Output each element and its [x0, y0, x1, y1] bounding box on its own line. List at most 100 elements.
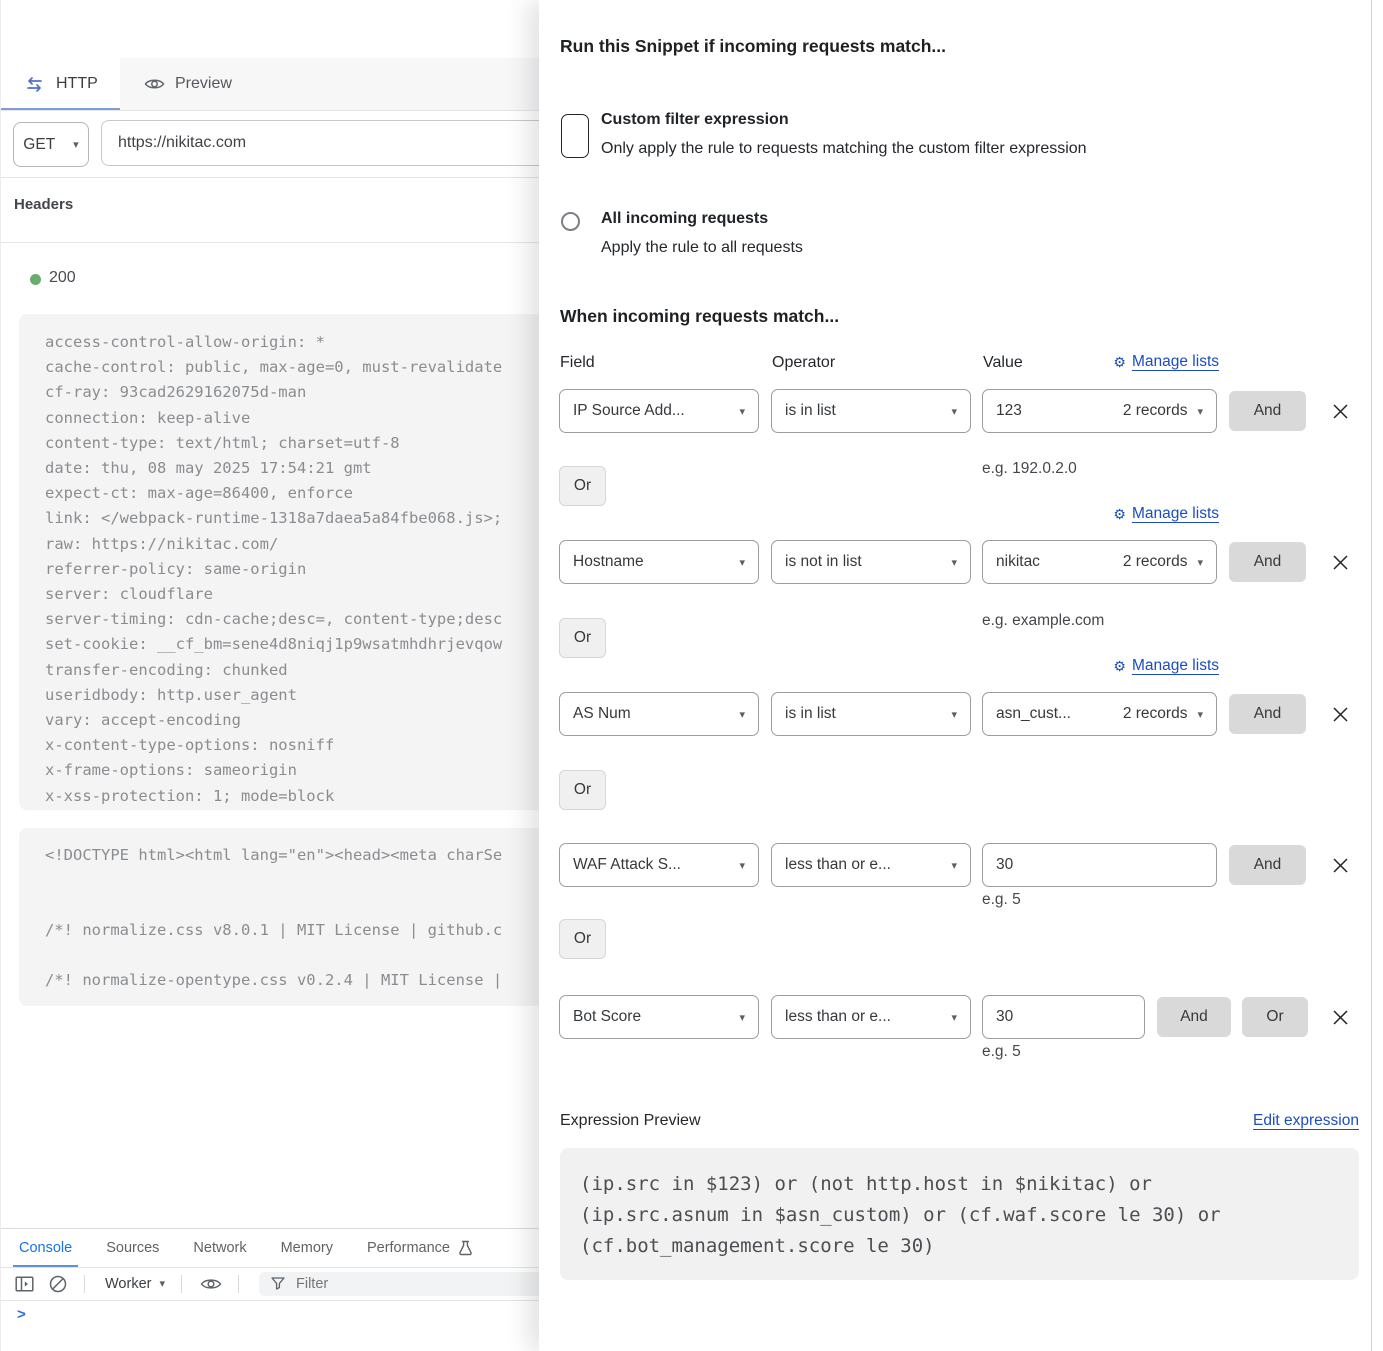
- gear-icon: ⚙: [1113, 355, 1126, 369]
- chevron-down-icon: ▾: [951, 708, 957, 721]
- header-line: vary: accept-encoding: [45, 708, 540, 733]
- field-select[interactable]: AS Num ▾: [559, 692, 759, 736]
- or-button[interactable]: Or: [559, 618, 606, 658]
- value-input[interactable]: [982, 995, 1145, 1039]
- devtools-tab-performance[interactable]: Performance: [361, 1229, 479, 1267]
- chevron-down-icon: ▾: [739, 859, 745, 872]
- and-button[interactable]: And: [1157, 997, 1231, 1037]
- url-input[interactable]: [101, 120, 540, 166]
- manage-lists-label: Manage lists: [1132, 353, 1219, 371]
- list-record-count: 2 records: [1123, 553, 1188, 571]
- filter-row: Bot Score ▾ less than or e... ▾ And Or: [559, 995, 1371, 1039]
- value-hint: e.g. 5: [982, 1043, 1021, 1061]
- manage-lists-link[interactable]: ⚙ Manage lists: [1113, 657, 1219, 675]
- header-line: referrer-policy: same-origin: [45, 557, 540, 582]
- radio-all-requests[interactable]: [561, 212, 580, 231]
- value-hint: e.g. example.com: [982, 612, 1104, 630]
- manage-lists-label: Manage lists: [1132, 657, 1219, 675]
- headers-section-label: Headers: [14, 196, 73, 213]
- devtools-tab-sources[interactable]: Sources: [100, 1229, 165, 1267]
- header-line: server: cloudflare: [45, 582, 540, 607]
- console-prompt[interactable]: >: [17, 1306, 26, 1323]
- and-button[interactable]: And: [1229, 845, 1306, 885]
- console-filter[interactable]: [259, 1272, 540, 1296]
- or-button[interactable]: Or: [559, 466, 606, 506]
- manage-lists-link[interactable]: ⚙ Manage lists: [1113, 505, 1219, 523]
- chevron-down-icon: ▾: [1197, 405, 1203, 418]
- radio-custom-filter[interactable]: [561, 114, 589, 158]
- list-name: asn_cust...: [996, 705, 1071, 723]
- operator-select[interactable]: less than or e... ▾: [771, 843, 971, 887]
- operator-select[interactable]: is in list ▾: [771, 692, 971, 736]
- panel-top-strip: [1, 0, 540, 59]
- field-value: AS Num: [573, 705, 631, 723]
- clear-console-icon[interactable]: [48, 1274, 68, 1294]
- method-select[interactable]: GET ▾: [13, 122, 89, 167]
- method-value: GET: [23, 136, 55, 154]
- filter-input[interactable]: [294, 1275, 498, 1293]
- toolbar-divider: [181, 1275, 182, 1293]
- devtools-tab-label: Sources: [106, 1240, 159, 1256]
- operator-select[interactable]: is in list ▾: [771, 389, 971, 433]
- remove-row-icon[interactable]: [1329, 703, 1351, 725]
- sidebar-toggle-icon[interactable]: [15, 1276, 34, 1292]
- or-button[interactable]: Or: [559, 770, 606, 810]
- manage-lists-label: Manage lists: [1132, 505, 1219, 523]
- column-label-value: Value: [983, 354, 1023, 372]
- status-code: 200: [49, 269, 76, 287]
- response-body-block: <!DOCTYPE html><html lang="en"><head><me…: [19, 828, 540, 1006]
- header-line: content-type: text/html; charset=utf-8: [45, 431, 540, 456]
- list-name: nikitac: [996, 553, 1040, 571]
- remove-row-icon[interactable]: [1329, 400, 1351, 422]
- radio-all-requests-label: All incoming requests: [601, 210, 768, 228]
- operator-select[interactable]: less than or e... ▾: [771, 995, 971, 1039]
- value-list-select[interactable]: asn_cust... 2 records ▾: [982, 692, 1217, 736]
- remove-row-icon[interactable]: [1329, 1006, 1351, 1028]
- field-select[interactable]: Hostname ▾: [559, 540, 759, 584]
- value-hint: e.g. 192.0.2.0: [982, 460, 1077, 478]
- live-expression-eye-icon[interactable]: [200, 1277, 222, 1291]
- column-label-operator: Operator: [772, 354, 835, 372]
- and-button[interactable]: And: [1229, 694, 1306, 734]
- body-line: <!DOCTYPE html><html lang="en"><head><me…: [45, 843, 502, 868]
- field-select[interactable]: Bot Score ▾: [559, 995, 759, 1039]
- devtools-tab-console[interactable]: Console: [13, 1229, 78, 1267]
- and-button[interactable]: And: [1229, 542, 1306, 582]
- value-list-select[interactable]: nikitac 2 records ▾: [982, 540, 1217, 584]
- field-value: Bot Score: [573, 1008, 641, 1026]
- tab-http[interactable]: HTTP: [1, 58, 120, 110]
- devtools-toolbar: Worker ▾: [1, 1267, 540, 1301]
- devtools-tab-label: Console: [19, 1240, 72, 1256]
- edit-expression-link[interactable]: Edit expression: [1253, 1112, 1359, 1130]
- expression-preview-label: Expression Preview: [560, 1112, 701, 1130]
- preview-tab-bar: HTTP Preview: [1, 58, 540, 111]
- and-button[interactable]: And: [1229, 391, 1306, 431]
- filter-row: AS Num ▾ is in list ▾ asn_cust... 2 reco…: [559, 692, 1371, 736]
- header-line: x-frame-options: sameorigin: [45, 758, 540, 783]
- drawer-title: Run this Snippet if incoming requests ma…: [560, 36, 946, 57]
- snippet-rule-drawer: Run this Snippet if incoming requests ma…: [539, 0, 1383, 1351]
- tab-http-label: HTTP: [56, 75, 98, 93]
- devtools-tab-label: Performance: [367, 1240, 450, 1256]
- operator-select[interactable]: is not in list ▾: [771, 540, 971, 584]
- list-record-count: 2 records: [1123, 705, 1188, 723]
- devtools-tab-memory[interactable]: Memory: [275, 1229, 339, 1267]
- value-input[interactable]: [982, 843, 1217, 887]
- field-select[interactable]: WAF Attack S... ▾: [559, 843, 759, 887]
- remove-row-icon[interactable]: [1329, 551, 1351, 573]
- field-select[interactable]: IP Source Add... ▾: [559, 389, 759, 433]
- or-button[interactable]: Or: [1242, 997, 1308, 1037]
- tab-preview[interactable]: Preview: [122, 58, 254, 110]
- worker-context-select[interactable]: Worker ▾: [105, 1276, 165, 1292]
- or-button[interactable]: Or: [559, 919, 606, 959]
- expression-preview-code: (ip.src in $123) or (not http.host in $n…: [560, 1148, 1359, 1280]
- http-preview-panel: HTTP Preview GET ▾ Headers 200 access-co…: [0, 0, 540, 1351]
- manage-lists-link[interactable]: ⚙ Manage lists: [1113, 353, 1219, 371]
- body-line: /*! normalize.css v8.0.1 | MIT License |…: [45, 918, 502, 943]
- column-label-field: Field: [560, 354, 595, 372]
- header-line: set-cookie: __cf_bm=sene4d8niqj1p9wsatmh…: [45, 632, 540, 657]
- value-list-select[interactable]: 123 2 records ▾: [982, 389, 1217, 433]
- operator-value: is in list: [785, 402, 836, 420]
- devtools-tab-network[interactable]: Network: [187, 1229, 252, 1267]
- remove-row-icon[interactable]: [1329, 854, 1351, 876]
